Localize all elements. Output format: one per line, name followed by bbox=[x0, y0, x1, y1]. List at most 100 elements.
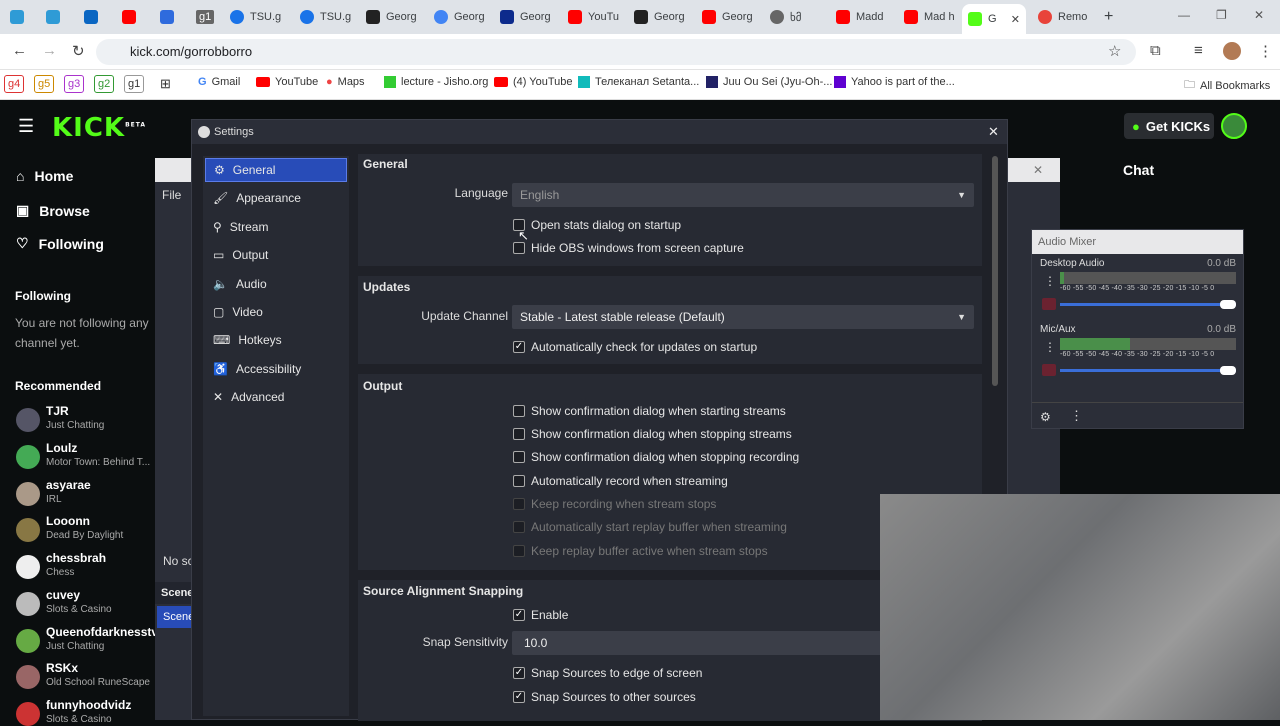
volume-slider[interactable] bbox=[1060, 366, 1236, 375]
scrollbar-thumb[interactable] bbox=[992, 156, 998, 386]
sidebar-item-appearance[interactable]: 🖌 Appearance bbox=[205, 186, 347, 210]
recommended-channel[interactable]: asyarae IRL bbox=[16, 478, 91, 506]
checkbox[interactable]: ✓ bbox=[513, 667, 525, 679]
language-select[interactable]: English ▼ bbox=[512, 183, 974, 207]
hamburger-menu-icon[interactable]: ☰ bbox=[18, 116, 34, 137]
tab-mad-h[interactable]: Mad h bbox=[898, 6, 958, 28]
sidebar-item-audio[interactable]: 🔈 Audio bbox=[205, 272, 347, 296]
tab-georg-1[interactable]: Georg bbox=[360, 6, 426, 28]
nav-home[interactable]: ⌂ Home bbox=[16, 168, 73, 184]
reload-icon[interactable]: ↻ bbox=[72, 42, 85, 60]
recommended-channel[interactable]: chessbrah Chess bbox=[16, 551, 106, 579]
recommended-channel[interactable]: Looonn Dead By Daylight bbox=[16, 514, 123, 542]
get-kicks-button[interactable]: ● Get KICKs bbox=[1124, 113, 1214, 139]
file-menu[interactable]: File bbox=[162, 188, 181, 202]
bookmark-jisho[interactable]: lecture - Jisho.org bbox=[384, 76, 488, 88]
tab-tsu-2[interactable]: TSU.g bbox=[294, 6, 358, 28]
snap-other-checkbox[interactable]: ✓ Snap Sources to other sources bbox=[513, 690, 696, 704]
sidebar-item-output[interactable]: ▭ Output bbox=[205, 243, 347, 267]
forward-icon[interactable]: → bbox=[42, 42, 57, 59]
tab-georg-2[interactable]: Georg bbox=[428, 6, 494, 28]
all-bookmarks[interactable]: 🗀 All Bookmarks bbox=[1184, 76, 1270, 95]
tab-4[interactable] bbox=[116, 6, 146, 28]
auto-record-checkbox[interactable]: Automatically record when streaming bbox=[513, 474, 728, 488]
mixer-menu-icon[interactable]: ⋮ bbox=[1070, 408, 1083, 424]
tab-georgian[interactable]: ხმ bbox=[764, 6, 824, 28]
bookmark-youtube[interactable]: YouTube bbox=[256, 76, 318, 88]
extensions-icon[interactable]: ⧉ bbox=[1150, 42, 1161, 59]
media-icon[interactable]: ≡ bbox=[1194, 42, 1203, 59]
tab-1[interactable] bbox=[4, 6, 34, 28]
bookmark-youtube-4[interactable]: (4) YouTube bbox=[494, 76, 573, 88]
checkbox[interactable] bbox=[513, 405, 525, 417]
tab-remove[interactable]: Remo bbox=[1032, 6, 1096, 28]
channel-menu-icon[interactable]: ⋮ bbox=[1044, 274, 1056, 288]
checkbox[interactable] bbox=[513, 428, 525, 440]
tab-tsu-1[interactable]: TSU.g bbox=[224, 6, 290, 28]
obs-close-icon[interactable]: ✕ bbox=[1033, 163, 1043, 177]
slider-handle[interactable] bbox=[1220, 300, 1236, 309]
window-close-icon[interactable]: ✕ bbox=[1254, 8, 1264, 22]
sidebar-item-accessibility[interactable]: ♿ Accessibility bbox=[205, 357, 347, 381]
tab-georg-3[interactable]: Georg bbox=[494, 6, 560, 28]
confirm-start-stream-checkbox[interactable]: Show confirmation dialog when starting s… bbox=[513, 404, 786, 418]
menu-dots-icon[interactable]: ⋮ bbox=[1258, 42, 1273, 60]
volume-slider[interactable] bbox=[1060, 300, 1236, 309]
scene-item[interactable]: Scene bbox=[157, 606, 194, 628]
channel-menu-icon[interactable]: ⋮ bbox=[1044, 340, 1056, 354]
update-channel-select[interactable]: Stable - Latest stable release (Default)… bbox=[512, 305, 974, 329]
sidebar-item-general[interactable]: ⚙ General bbox=[205, 158, 347, 182]
checkbox[interactable]: ✓ bbox=[513, 691, 525, 703]
tab-madd[interactable]: Madd bbox=[830, 6, 896, 28]
snap-edge-checkbox[interactable]: ✓ Snap Sources to edge of screen bbox=[513, 666, 702, 680]
kick-logo[interactable]: KICKBETA bbox=[52, 113, 146, 143]
new-tab-button[interactable]: + bbox=[1098, 6, 1120, 28]
mute-icon[interactable] bbox=[1042, 364, 1056, 376]
recommended-channel[interactable]: Loulz Motor Town: Behind T... bbox=[16, 441, 150, 469]
tab-youtube[interactable]: YouTu bbox=[562, 6, 626, 28]
open-stats-checkbox[interactable]: Open stats dialog on startup bbox=[513, 218, 681, 232]
minimize-icon[interactable]: — bbox=[1178, 8, 1190, 22]
tab-g1[interactable]: g1 bbox=[190, 6, 218, 28]
bookmark-juu-ou-sei[interactable]: Juu Ou Sei (Jyu-Oh-... bbox=[706, 76, 832, 88]
nav-browse[interactable]: ▣ Browse bbox=[16, 202, 90, 219]
tab-5[interactable] bbox=[154, 6, 184, 28]
recommended-channel[interactable]: RSKx Old School RuneScape bbox=[16, 661, 150, 689]
bookmark-folder-g3[interactable]: g3 bbox=[64, 75, 85, 93]
bookmark-folder-g5[interactable]: g5 bbox=[34, 75, 55, 93]
bookmark-setanta[interactable]: Телеканал Setanta... bbox=[578, 76, 699, 88]
tab-3[interactable] bbox=[78, 6, 108, 28]
back-icon[interactable]: ← bbox=[12, 42, 27, 59]
bookmark-yahoo[interactable]: Yahoo is part of the... bbox=[834, 76, 955, 88]
bookmark-folder-g2[interactable]: g2 bbox=[94, 75, 115, 93]
close-tab-icon[interactable]: ✕ bbox=[1011, 13, 1020, 26]
bookmark-maps[interactable]: ● Maps bbox=[326, 76, 365, 88]
checkbox[interactable] bbox=[513, 451, 525, 463]
url-field[interactable]: kick.com/gorrobborro bbox=[96, 39, 1136, 65]
mute-icon[interactable] bbox=[1042, 298, 1056, 310]
sidebar-item-stream[interactable]: ⚲ Stream bbox=[205, 215, 347, 239]
user-avatar[interactable] bbox=[1221, 113, 1247, 139]
tab-georg-5[interactable]: Georg bbox=[696, 6, 762, 28]
recommended-channel[interactable]: funnyhoodvidz Slots & Casino bbox=[16, 698, 131, 726]
recommended-channel[interactable]: TJR Just Chatting bbox=[16, 404, 104, 432]
tab-kick-active[interactable]: G ✕ bbox=[962, 4, 1026, 34]
sidebar-item-video[interactable]: ▢ Video bbox=[205, 300, 347, 324]
tab-georg-4[interactable]: Georg bbox=[628, 6, 694, 28]
hide-obs-checkbox[interactable]: Hide OBS windows from screen capture bbox=[513, 241, 744, 255]
sidebar-item-advanced[interactable]: ✕ Advanced bbox=[205, 385, 347, 409]
checkbox[interactable] bbox=[513, 475, 525, 487]
slider-handle[interactable] bbox=[1220, 366, 1236, 375]
settings-close-icon[interactable]: ✕ bbox=[988, 124, 999, 140]
bookmark-folder-g1[interactable]: g1 bbox=[124, 75, 145, 93]
snapping-enable-checkbox[interactable]: ✓ Enable bbox=[513, 608, 568, 622]
apps-grid-icon[interactable]: ⊞ bbox=[160, 76, 171, 92]
tab-2[interactable] bbox=[40, 6, 70, 28]
recommended-channel[interactable]: Queenofdarknesstv Just Chatting bbox=[16, 625, 158, 653]
checkbox[interactable]: ✓ bbox=[513, 341, 525, 353]
confirm-stop-recording-checkbox[interactable]: Show confirmation dialog when stopping r… bbox=[513, 450, 799, 464]
confirm-stop-stream-checkbox[interactable]: Show confirmation dialog when stopping s… bbox=[513, 427, 792, 441]
bookmark-gmail[interactable]: G Gmail bbox=[198, 76, 240, 88]
bookmark-star-icon[interactable]: ☆ bbox=[1108, 42, 1121, 60]
recommended-channel[interactable]: cuvey Slots & Casino bbox=[16, 588, 112, 616]
